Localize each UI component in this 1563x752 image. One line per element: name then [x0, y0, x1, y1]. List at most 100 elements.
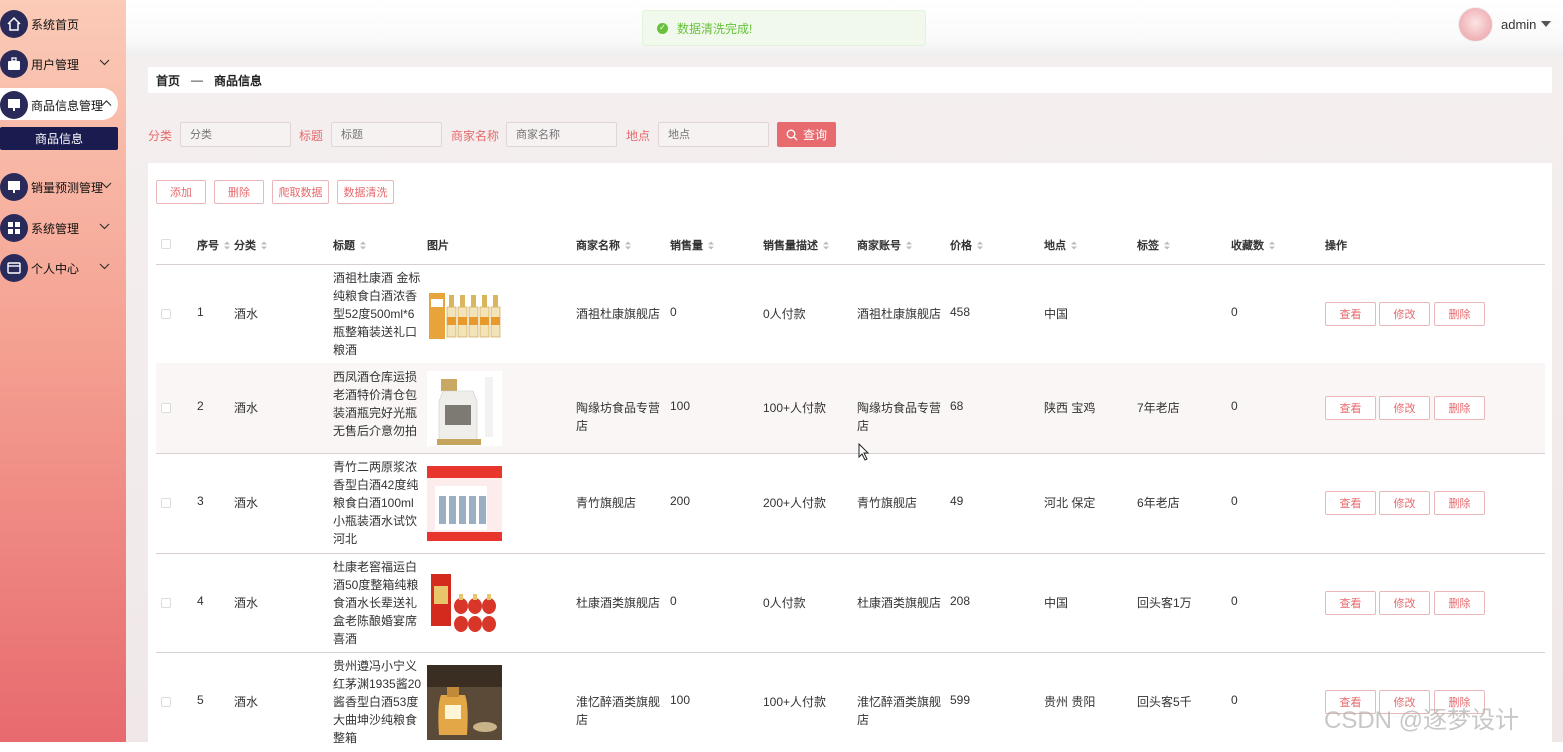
chevron-down-icon: [101, 182, 112, 189]
sort-caret-icon[interactable]: [1164, 241, 1170, 250]
view-button[interactable]: 查看: [1325, 590, 1376, 615]
cell-no: 2: [197, 399, 204, 413]
filter-label-location: 地点: [626, 129, 651, 143]
sidebar-item-home[interactable]: 系统首页: [0, 8, 126, 40]
edit-button[interactable]: 修改: [1379, 590, 1430, 615]
delete-button[interactable]: 删除: [1434, 396, 1485, 420]
sort-caret-icon[interactable]: [823, 241, 829, 250]
cell-sales-desc: 200+人付款: [763, 496, 827, 510]
row-checkbox[interactable]: [161, 597, 171, 608]
search-button-label: 查询: [802, 128, 827, 142]
sidebar-subitem-goods-info[interactable]: 商品信息: [0, 127, 118, 150]
shop-name-input[interactable]: [506, 122, 617, 147]
caret-down-icon[interactable]: [1541, 21, 1551, 27]
row-checkbox[interactable]: [161, 308, 171, 319]
column-header-label: 商家名称: [576, 240, 620, 252]
breadcrumb-current: 商品信息: [214, 73, 263, 88]
cell-no: 5: [197, 693, 204, 707]
username[interactable]: admin: [1501, 17, 1536, 32]
chevron-up-icon: [101, 100, 112, 106]
row-checkbox[interactable]: [161, 403, 171, 413]
edit-button[interactable]: 修改: [1379, 301, 1430, 326]
column-header-label: 商家账号: [857, 240, 901, 252]
cell-account: 杜康酒类旗舰店: [857, 595, 942, 610]
cell-no: 4: [197, 593, 204, 608]
column-header[interactable]: 序号: [197, 237, 230, 253]
column-header[interactable]: 价格: [950, 237, 983, 253]
column-header[interactable]: 销售量描述: [763, 237, 829, 253]
sidebar-item-label: 销量预测管理: [31, 180, 104, 195]
column-header[interactable]: 商家账号: [857, 237, 912, 253]
sort-caret-icon[interactable]: [360, 241, 366, 250]
chevron-down-icon: [99, 263, 110, 270]
category-input[interactable]: [180, 122, 291, 147]
select-all-checkbox[interactable]: [161, 239, 171, 249]
column-header[interactable]: 销售量: [670, 237, 714, 253]
sidebar-item-user-mgmt[interactable]: 用户管理: [0, 48, 126, 80]
product-image: [427, 565, 502, 641]
filter-label-title: 标题: [299, 129, 324, 143]
view-button[interactable]: 查看: [1325, 396, 1376, 420]
sort-caret-icon[interactable]: [906, 241, 912, 250]
column-header-label: 分类: [234, 240, 256, 252]
sort-caret-icon[interactable]: [708, 241, 714, 250]
column-header[interactable]: 分类: [234, 237, 267, 253]
column-header[interactable]: 收藏数: [1231, 237, 1275, 253]
cell-title: 杜康老窖福运白酒50度整箱纯粮食酒水长辈送礼盒老陈酿婚宴席喜酒: [333, 560, 419, 646]
clean-data-button[interactable]: 数据清洗: [337, 180, 394, 204]
watermark: CSDN @逐梦设计: [1324, 707, 1520, 734]
column-header-label: 序号: [197, 240, 219, 252]
sidebar-item-goods-mgmt[interactable]: 商品信息管理: [0, 88, 126, 121]
cell-category: 酒水: [234, 306, 259, 321]
title-input[interactable]: [331, 122, 442, 147]
cell-price: 599: [950, 693, 971, 707]
sort-caret-icon[interactable]: [1269, 241, 1275, 250]
column-header-label: 销售量描述: [763, 240, 818, 252]
crawl-data-button[interactable]: 爬取数据: [272, 180, 329, 204]
cell-fav: 0: [1231, 304, 1238, 319]
sidebar-item-sales-forecast[interactable]: 销量预测管理: [0, 171, 126, 203]
row-checkbox[interactable]: [161, 498, 171, 508]
add-button[interactable]: 添加: [156, 180, 206, 204]
sort-caret-icon[interactable]: [977, 241, 983, 250]
sidebar: 系统首页 用户管理 商品信息管理 商品信息 销量预测管理 系统管理 个人中心: [0, 0, 126, 742]
cell-location: 中国: [1044, 306, 1069, 321]
edit-button[interactable]: 修改: [1379, 396, 1430, 420]
sidebar-item-personal-center[interactable]: 个人中心: [0, 252, 126, 284]
column-header[interactable]: 标题: [333, 237, 366, 253]
sort-caret-icon[interactable]: [261, 241, 267, 250]
column-header[interactable]: 商家名称: [576, 237, 631, 253]
cell-fav: 0: [1231, 593, 1238, 608]
edit-button[interactable]: 修改: [1379, 491, 1430, 515]
sort-caret-icon[interactable]: [1071, 241, 1077, 250]
column-header[interactable]: 标签: [1137, 237, 1170, 253]
cell-sales-desc: 0人付款: [763, 595, 806, 610]
row-checkbox[interactable]: [161, 697, 171, 707]
chevron-down-icon: [99, 223, 110, 230]
cell-sales-desc: 0人付款: [763, 306, 806, 321]
view-button[interactable]: 查看: [1325, 301, 1376, 326]
delete-button[interactable]: 删除: [1434, 491, 1485, 515]
sort-caret-icon[interactable]: [625, 241, 631, 250]
batch-delete-button[interactable]: 删除: [214, 180, 264, 204]
cell-title: 贵州遵冯小宁义红茅渊1935酱20酱香型白酒53度大曲坤沙纯粮食整箱: [333, 659, 422, 745]
briefcase-icon: [0, 50, 28, 78]
breadcrumb-home[interactable]: 首页: [156, 72, 180, 89]
location-input[interactable]: [658, 122, 769, 147]
breadcrumb-separator: —: [191, 73, 204, 87]
sort-caret-icon[interactable]: [224, 241, 230, 250]
cell-price: 458: [950, 304, 971, 319]
sidebar-item-system-mgmt[interactable]: 系统管理: [0, 212, 126, 244]
cell-fav: 0: [1231, 693, 1238, 707]
delete-button[interactable]: 删除: [1434, 301, 1485, 326]
cell-account: 青竹旗舰店: [857, 496, 918, 510]
cell-tag: 7年老店: [1137, 401, 1180, 415]
avatar[interactable]: [1458, 7, 1493, 42]
delete-button[interactable]: 删除: [1434, 590, 1485, 615]
cell-price: 68: [950, 399, 964, 413]
column-header-label: 操作: [1325, 240, 1347, 252]
product-image: [427, 665, 502, 740]
column-header[interactable]: 地点: [1044, 237, 1077, 253]
view-button[interactable]: 查看: [1325, 491, 1376, 515]
search-button[interactable]: 查询: [777, 122, 836, 147]
